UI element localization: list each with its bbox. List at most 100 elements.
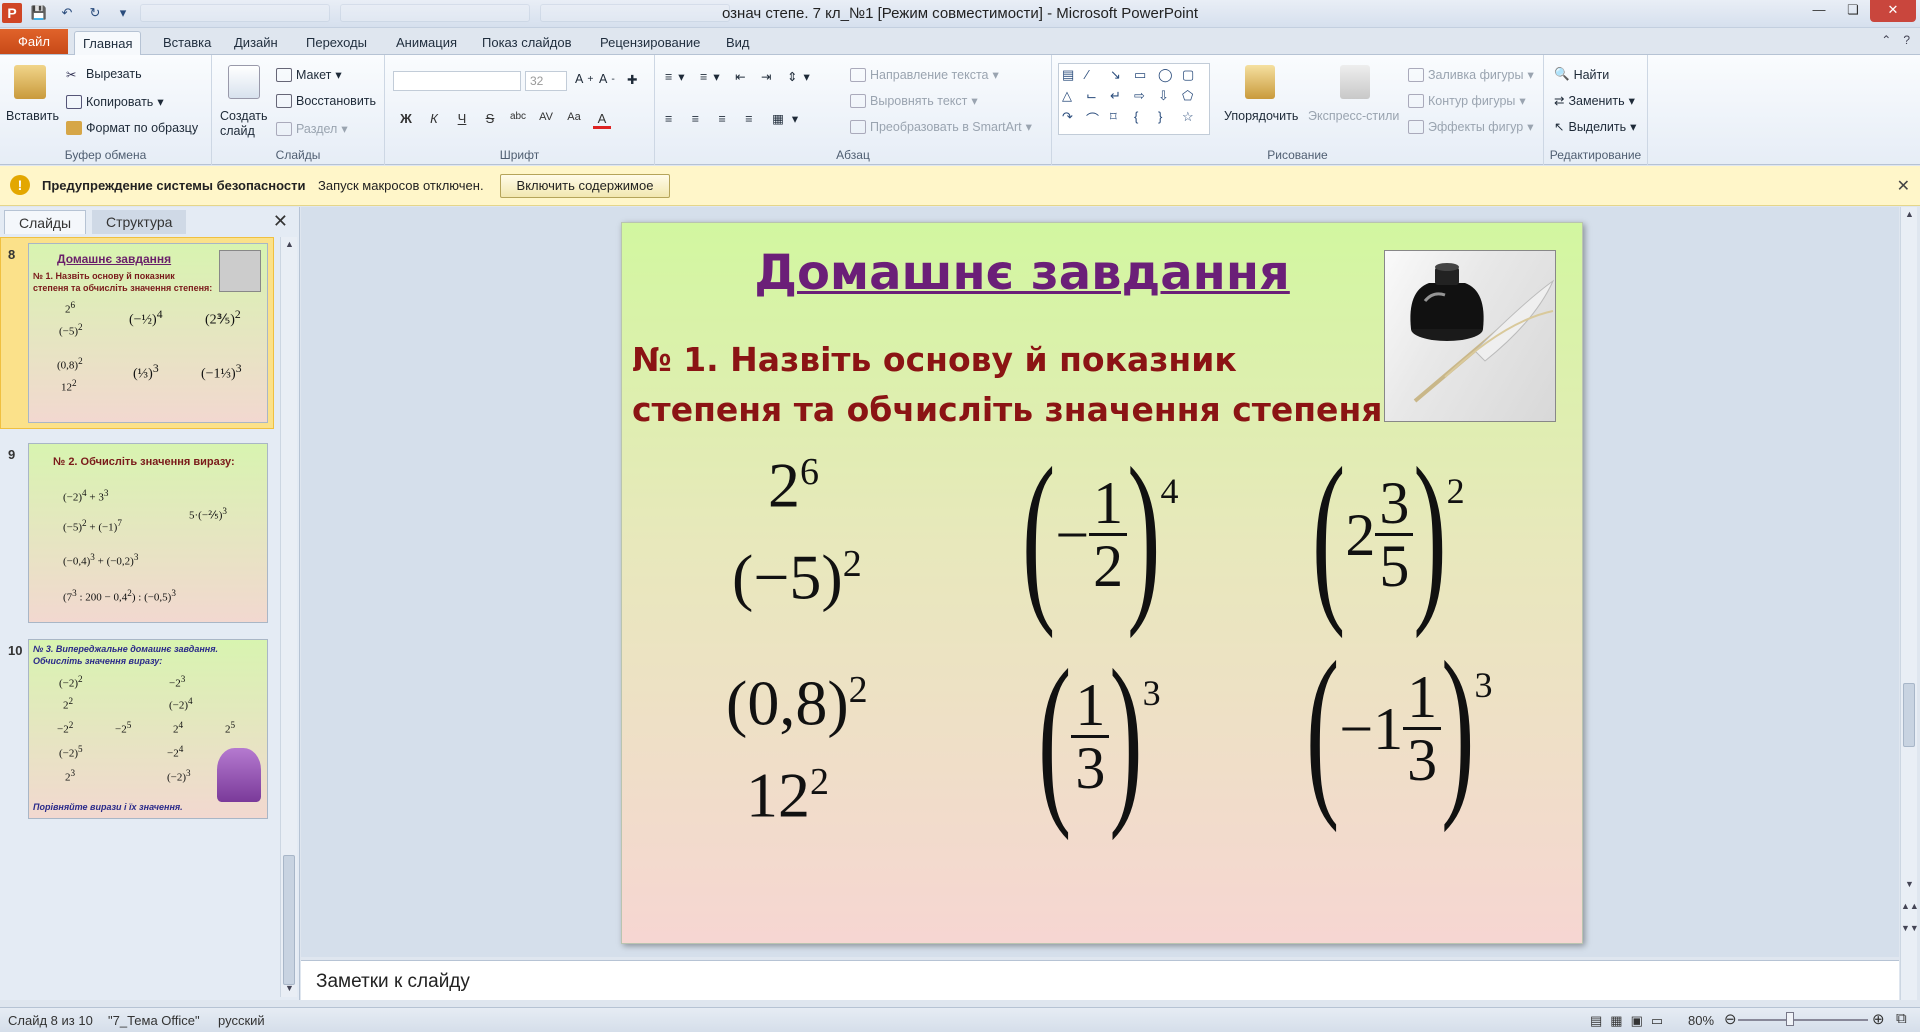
tab-review[interactable]: Рецензирование: [592, 31, 708, 55]
previous-slide-icon[interactable]: ▲▲: [1901, 901, 1919, 911]
scroll-down-icon[interactable]: ▼: [1901, 879, 1918, 889]
oval-shape-icon[interactable]: ◯: [1158, 67, 1180, 86]
expression-third-pow-3[interactable]: ( 13 ) 3: [1038, 641, 1161, 831]
quick-styles-button[interactable]: Экспресс-стили: [1308, 109, 1399, 123]
section-button[interactable]: Раздел ▾: [276, 121, 348, 136]
strikethrough-button[interactable]: S: [481, 111, 499, 129]
down-arrow-shape-icon[interactable]: ⇩: [1158, 88, 1180, 107]
scroll-up-icon[interactable]: ▲: [281, 239, 298, 249]
view-buttons[interactable]: ▤▦▣▭: [1590, 1013, 1671, 1029]
expression-2-3-5-pow-2[interactable]: ( 2 35 ) 2: [1312, 439, 1465, 629]
triangle-shape-icon[interactable]: △: [1062, 88, 1084, 107]
expression-neg-1-1-3-pow-3[interactable]: ( −1 13 ) 3: [1306, 633, 1492, 823]
arc-shape-icon[interactable]: ⌑: [1110, 109, 1132, 131]
slide-thumbnail-8[interactable]: Домашнє завдання № 1. Назвіть основу й п…: [28, 243, 268, 423]
shape-fill-button[interactable]: Заливка фигуры ▾: [1408, 67, 1534, 82]
arrange-icon[interactable]: [1245, 65, 1275, 99]
list-buttons[interactable]: ≡▾ ≡▾ ⇤ ⇥ ⇕▾: [665, 69, 816, 84]
zoom-level[interactable]: 80%: [1688, 1013, 1714, 1028]
copy-button[interactable]: Копировать ▾: [66, 94, 164, 109]
minimize-icon[interactable]: —: [1802, 0, 1836, 22]
slide-thumbnail-9[interactable]: № 2. Обчисліть значення виразу: (−2)4 + …: [28, 443, 268, 623]
curved-arrow-icon[interactable]: ↷: [1062, 109, 1084, 131]
shape-effects-button[interactable]: Эффекты фигур ▾: [1408, 119, 1533, 134]
scroll-up-icon[interactable]: ▲: [1901, 209, 1918, 219]
replace-button[interactable]: ⇄ Заменить ▾: [1554, 93, 1635, 109]
align-text-button[interactable]: Выровнять текст ▾: [850, 93, 978, 108]
format-painter-button[interactable]: Формат по образцу: [66, 121, 198, 135]
slide-thumbnail-10[interactable]: № 3. Випереджальне домашнє завдання. Обч…: [28, 639, 268, 819]
quick-styles-icon[interactable]: [1340, 65, 1370, 99]
right-brace-icon[interactable]: }: [1158, 109, 1180, 131]
new-slide-button[interactable]: Создать слайд: [220, 109, 272, 139]
restore-icon[interactable]: ❏: [1836, 0, 1870, 22]
close-icon[interactable]: ✕: [1870, 0, 1916, 22]
zoom-slider-knob[interactable]: [1786, 1012, 1794, 1026]
spacing-button[interactable]: AV: [537, 111, 555, 129]
tab-home[interactable]: Главная: [74, 31, 142, 55]
shadow-button[interactable]: abc: [509, 111, 527, 129]
inkwell-quill-image[interactable]: [1384, 250, 1556, 422]
scrollbar-thumb[interactable]: [283, 855, 295, 985]
right-arrow-shape-icon[interactable]: ⇨: [1134, 88, 1156, 107]
rectangle-shape-icon[interactable]: ▭: [1134, 67, 1156, 86]
italic-button[interactable]: К: [425, 111, 443, 129]
slide-canvas[interactable]: Домашнє завдання № 1. Назвіть основу й п…: [621, 222, 1583, 944]
minimize-ribbon-icon[interactable]: ⌃: [1881, 33, 1891, 47]
notes-pane[interactable]: Заметки к слайду: [301, 960, 1899, 1000]
expression-2-pow-6[interactable]: 26: [768, 453, 819, 517]
tab-file[interactable]: Файл: [0, 29, 68, 54]
scroll-down-icon[interactable]: ▼: [281, 983, 298, 993]
help-icon[interactable]: ?: [1903, 33, 1910, 47]
language-indicator[interactable]: русский: [218, 1013, 265, 1028]
slide-scrollbar[interactable]: ▲ ▼ ▲▲ ▼▼: [1900, 207, 1919, 1000]
expression-neg5-pow-2[interactable]: (−5)2: [732, 545, 862, 609]
enable-content-button[interactable]: Включить содержимое: [500, 174, 670, 198]
bold-button[interactable]: Ж: [397, 111, 415, 129]
tab-slideshow[interactable]: Показ слайдов: [474, 31, 580, 55]
arrow-line-shape-icon[interactable]: ↘: [1110, 67, 1132, 86]
paste-icon[interactable]: [14, 65, 46, 99]
font-color-button[interactable]: A: [593, 111, 611, 129]
star-shape-icon[interactable]: ☆: [1182, 109, 1204, 131]
slide-task-text[interactable]: № 1. Назвіть основу й показник степеня т…: [632, 335, 1396, 435]
line-shape-icon[interactable]: ∕: [1086, 67, 1108, 86]
tab-design[interactable]: Дизайн: [226, 31, 286, 55]
tab-slides[interactable]: Слайды: [4, 210, 87, 234]
reset-button[interactable]: Восстановить: [276, 94, 376, 108]
expression-neg-half-pow-4[interactable]: ( − 12 ) 4: [1022, 439, 1178, 629]
tab-animation[interactable]: Анимация: [388, 31, 465, 55]
layout-button[interactable]: Макет ▾: [276, 67, 342, 82]
paste-button[interactable]: Вставить: [6, 109, 59, 123]
curve-shape-icon[interactable]: ⌒: [1086, 109, 1108, 131]
change-case-button[interactable]: Aa: [565, 111, 583, 129]
font-size-select[interactable]: 32: [525, 71, 567, 91]
tab-transitions[interactable]: Переходы: [298, 31, 375, 55]
font-name-select[interactable]: [393, 71, 521, 91]
zoom-slider[interactable]: [1738, 1019, 1868, 1021]
tab-outline[interactable]: Структура: [92, 210, 187, 234]
zoom-in-icon[interactable]: ⊕: [1872, 1010, 1885, 1028]
close-icon[interactable]: ✕: [1897, 176, 1910, 196]
align-buttons[interactable]: ≡ ≡ ≡ ≡ ▦▾: [665, 111, 806, 126]
pentagon-shape-icon[interactable]: ⬠: [1182, 88, 1204, 107]
fit-to-window-icon[interactable]: ⧉: [1896, 1010, 1907, 1027]
zoom-out-icon[interactable]: ⊖: [1724, 1010, 1737, 1028]
close-icon[interactable]: ✕: [273, 211, 288, 232]
next-slide-icon[interactable]: ▼▼: [1901, 923, 1919, 933]
find-button[interactable]: 🔍 Найти: [1554, 67, 1609, 82]
elbow-arrow-icon[interactable]: ↵: [1110, 88, 1132, 107]
expression-0-8-pow-2[interactable]: (0,8)2: [726, 671, 868, 735]
shapes-gallery[interactable]: ▤ ∕ ↘ ▭ ◯ ▢ △ ⌙ ↵ ⇨ ⇩ ⬠ ↷ ⌒ ⌑{} ☆: [1058, 63, 1210, 135]
left-brace-icon[interactable]: {: [1134, 109, 1156, 131]
select-button[interactable]: ↖ Выделить ▾: [1554, 119, 1636, 135]
cut-button[interactable]: ✂ Вырезать: [66, 67, 142, 82]
elbow-connector-icon[interactable]: ⌙: [1086, 88, 1108, 107]
clear-formatting-icon[interactable]: ✚: [627, 72, 637, 87]
notes-placeholder[interactable]: Заметки к слайду: [316, 971, 470, 993]
expression-12-pow-2[interactable]: 122: [746, 763, 829, 827]
tab-insert[interactable]: Вставка: [155, 31, 219, 55]
underline-button[interactable]: Ч: [453, 111, 471, 129]
grow-font-icon[interactable]: A +: [575, 72, 593, 86]
theme-name[interactable]: "7_Тема Office": [108, 1013, 200, 1028]
